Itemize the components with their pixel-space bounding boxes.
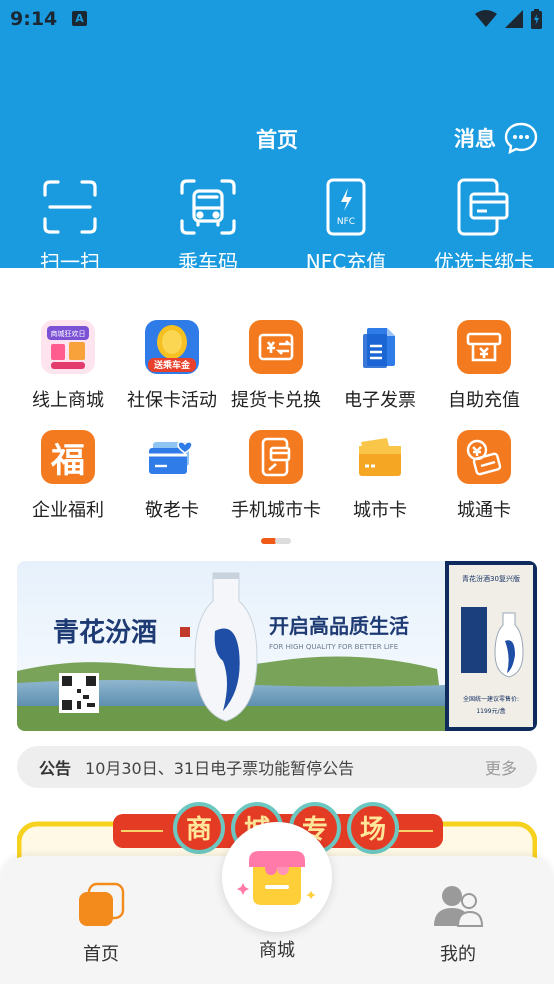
nav-mine-label: 我的 — [440, 944, 476, 965]
service-online-mall[interactable]: 商城狂欢日 线上商城 — [16, 320, 120, 412]
header-area: 9:14 A 首页 消息 扫一扫 乘车码 NFC NFC充值 优选卡绑卡 — [0, 0, 554, 274]
signal-icon — [505, 10, 523, 28]
ad-side-price-label: 全国统一建议零售价: — [463, 695, 519, 703]
messages-button[interactable]: 消息 — [454, 122, 538, 154]
nfc-phone-icon: NFC — [326, 178, 366, 236]
nav-home-label: 首页 — [83, 944, 119, 965]
notice-text[interactable]: 10月30日、31日电子票功能暂停公告 — [85, 755, 485, 779]
phone-card-icon — [249, 430, 303, 484]
service-social-card-activity[interactable]: 送乘车金 社保卡活动 — [120, 320, 224, 412]
bus-icon — [180, 179, 236, 235]
service-label: 城通卡 — [457, 500, 511, 521]
status-bar: 9:14 A — [0, 0, 554, 40]
quick-action-bus-code[interactable]: 乘车码 — [138, 178, 278, 275]
service-label: 线上商城 — [32, 390, 104, 411]
nav-mine[interactable]: 我的 — [418, 882, 498, 966]
service-label: 城市卡 — [353, 500, 407, 521]
profile-nav-icon — [434, 886, 484, 927]
ad-brand-text: 青花汾酒 — [53, 618, 157, 648]
service-label: 敬老卡 — [145, 500, 199, 521]
ad-banner[interactable]: 青花汾酒 开启高品质生活 FOR HIGH QUALITY FOR BETTER… — [17, 561, 537, 731]
exchange-card-icon — [249, 320, 303, 374]
shop-icon — [237, 851, 316, 905]
nav-home[interactable]: 首页 — [62, 882, 140, 966]
notice-more-link[interactable]: 更多 — [485, 755, 517, 779]
scan-icon — [43, 180, 97, 234]
battery-icon — [531, 9, 542, 29]
service-label: 手机城市卡 — [231, 500, 321, 521]
service-grid-row: 福 企业福利 敬老卡 手机城市卡 城市卡 城通卡 — [0, 430, 554, 530]
ad-slogan: 开启高品质生活 — [269, 614, 409, 638]
mall-banner-char: 场 — [360, 815, 386, 845]
card-bind-icon — [457, 178, 509, 236]
elder-card-icon — [145, 430, 199, 484]
city-pass-icon — [457, 430, 511, 484]
ad-banner-art: 青花汾酒 开启高品质生活 FOR HIGH QUALITY FOR BETTER… — [17, 561, 537, 731]
service-label: 社保卡活动 — [127, 390, 217, 411]
notification-a-icon: A — [72, 11, 87, 26]
service-self-recharge[interactable]: 自助充值 — [432, 320, 536, 412]
service-label: 电子发票 — [344, 390, 416, 411]
invoice-icon — [353, 320, 407, 374]
page-indicator — [261, 538, 291, 544]
nfc-icon-text: NFC — [337, 217, 355, 227]
service-label: 提货卡兑换 — [231, 390, 321, 411]
service-grid-row: 商城狂欢日 线上商城 送乘车金 社保卡活动 提货卡兑换 电子发票 自助充值 — [0, 320, 554, 420]
service-city-card[interactable]: 城市卡 — [328, 430, 432, 522]
service-e-invoice[interactable]: 电子发票 — [328, 320, 432, 412]
fu-icon: 福 — [41, 430, 95, 484]
notice-tag: 公告 — [39, 759, 72, 778]
nav-mall[interactable]: 商城 — [238, 936, 316, 962]
service-mobile-city-card[interactable]: 手机城市卡 — [224, 430, 328, 522]
quick-action-nfc[interactable]: NFC NFC充值 — [276, 178, 416, 275]
service-elder-card[interactable]: 敬老卡 — [120, 430, 224, 522]
mall-festival-icon-text: 商城狂欢日 — [51, 329, 86, 338]
chat-bubble-icon — [504, 122, 538, 154]
service-city-pass[interactable]: 城通卡 — [432, 430, 536, 522]
mall-fab-button[interactable] — [222, 822, 332, 932]
fu-character: 福 — [51, 440, 85, 481]
coin-icon-text: 送乘车金 — [153, 359, 191, 371]
ad-side-title: 青花汾酒30复兴版 — [462, 574, 520, 583]
coin-icon: 送乘车金 — [145, 320, 199, 374]
mall-banner-char: 商 — [186, 814, 212, 845]
atm-icon — [457, 320, 511, 374]
notice-bar[interactable]: 公告 10月30日、31日电子票功能暂停公告 更多 — [17, 746, 537, 788]
ad-slogan-en: FOR HIGH QUALITY FOR BETTER LIFE — [269, 643, 398, 651]
service-enterprise-welfare[interactable]: 福 企业福利 — [16, 430, 120, 522]
quick-action-card-bind[interactable]: 优选卡绑卡 — [414, 178, 554, 275]
nav-mall-label: 商城 — [259, 940, 295, 961]
quick-actions: 扫一扫 乘车码 NFC NFC充值 优选卡绑卡 — [0, 178, 554, 274]
city-card-icon — [353, 430, 407, 484]
page-dot — [275, 538, 291, 544]
service-label: 企业福利 — [32, 500, 104, 521]
service-label: 自助充值 — [448, 390, 520, 411]
status-time: 9:14 — [10, 8, 58, 30]
ad-side-price: 1199元/盒 — [476, 707, 505, 715]
status-icons — [475, 8, 542, 30]
home-nav-icon — [79, 882, 125, 926]
quick-action-scan[interactable]: 扫一扫 — [0, 178, 140, 275]
wifi-icon — [475, 10, 497, 27]
service-pickup-exchange[interactable]: 提货卡兑换 — [224, 320, 328, 412]
messages-label: 消息 — [454, 127, 496, 151]
mall-festival-icon: 商城狂欢日 — [41, 320, 95, 374]
